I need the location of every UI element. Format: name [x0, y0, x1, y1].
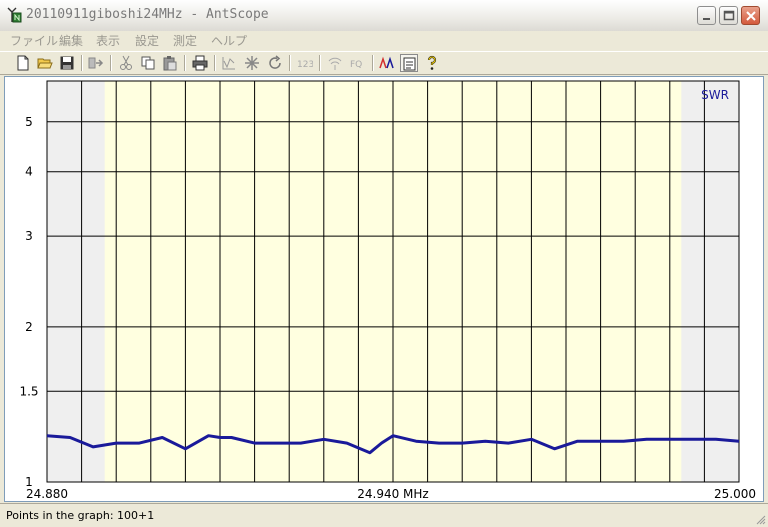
antscope-app-icon	[7, 7, 22, 23]
print-button[interactable]	[191, 54, 209, 72]
number-icon-label: 123	[297, 60, 313, 70]
cut-button[interactable]	[117, 54, 135, 72]
close-button[interactable]	[741, 6, 760, 25]
status-bar: Points in the graph: 100+1	[0, 503, 768, 527]
toolbar: 123 FQ	[0, 51, 768, 75]
window-title: 20110911giboshi24MHz - AntScope	[26, 7, 269, 22]
frequency-button[interactable]: FQ	[349, 54, 367, 72]
minimize-icon	[703, 18, 710, 20]
menu-settings[interactable]: 設定	[133, 33, 161, 49]
help-button[interactable]	[423, 54, 441, 72]
toolbar-separator	[184, 55, 186, 71]
refresh-button[interactable]	[266, 54, 284, 72]
x-tick-label: 24.880	[26, 487, 68, 501]
export-icon	[88, 57, 104, 69]
open-folder-icon	[37, 58, 53, 69]
menu-edit[interactable]: 編集	[57, 33, 85, 49]
new-file-icon	[17, 55, 29, 71]
cut-icon	[120, 55, 132, 70]
toolbar-separator	[110, 55, 112, 71]
minimize-button[interactable]	[697, 6, 716, 25]
toolbar-separator	[214, 55, 216, 71]
number-icon: 123	[297, 60, 313, 70]
notes-icon	[403, 57, 416, 71]
number-button[interactable]: 123	[296, 54, 314, 72]
y-tick-label: 5	[25, 115, 33, 129]
help-icon	[427, 55, 437, 70]
resize-grip-icon[interactable]	[754, 513, 766, 525]
legend-swr: SWR	[701, 88, 729, 102]
compare-icon	[379, 56, 394, 69]
close-icon	[746, 11, 756, 21]
paste-icon	[163, 56, 177, 71]
toolbar-separator	[372, 55, 374, 71]
marker-button[interactable]	[243, 54, 261, 72]
maximize-icon	[723, 10, 735, 21]
refresh-icon	[269, 55, 281, 69]
save-button[interactable]	[58, 54, 76, 72]
menu-file[interactable]: ファイル	[8, 33, 60, 49]
wireless-button[interactable]	[326, 54, 344, 72]
toolbar-separator	[289, 55, 291, 71]
frequency-icon-label: FQ	[350, 60, 362, 70]
y-tick-label: 4	[25, 165, 33, 179]
x-tick-label: 24.940 MHz	[357, 487, 428, 501]
swr-chart[interactable]: 11.5234524.880 24.940 MHz 25.000SWR	[5, 77, 763, 501]
wireless-icon	[328, 57, 342, 70]
y-tick-label: 1.5	[19, 384, 38, 398]
print-icon	[192, 55, 208, 71]
swr-graph-panel[interactable]: 1 1.5 2 3 4 5 24.880 24.940 MHz 25.000 SWR	[4, 76, 764, 502]
title-bar[interactable]: 20110911giboshi24MHz - AntScope	[0, 0, 768, 32]
toolbar-separator	[81, 55, 83, 71]
menu-bar: ファイル 編集 表示 設定 測定 ヘルプ	[0, 31, 768, 51]
y-tick-label: 3	[25, 229, 33, 243]
app-window: 20110911giboshi24MHz - AntScope ファイル 編集 …	[0, 0, 768, 527]
new-file-button[interactable]	[14, 54, 32, 72]
paste-button[interactable]	[161, 54, 179, 72]
copy-button[interactable]	[139, 54, 157, 72]
x-tick-label: 25.000	[714, 487, 756, 501]
compare-button[interactable]	[378, 54, 396, 72]
save-icon	[60, 56, 74, 70]
open-button[interactable]	[36, 54, 54, 72]
menu-view[interactable]: 表示	[94, 33, 122, 49]
scan-button[interactable]	[220, 54, 238, 72]
marker-icon	[245, 56, 259, 70]
copy-icon	[141, 56, 155, 70]
export-button[interactable]	[87, 54, 105, 72]
menu-measure[interactable]: 測定	[171, 33, 199, 49]
frequency-icon: FQ	[350, 60, 362, 70]
notes-button[interactable]	[400, 54, 418, 72]
scan-icon	[222, 57, 235, 70]
toolbar-separator	[319, 55, 321, 71]
status-points: Points in the graph: 100+1	[6, 509, 155, 522]
y-tick-label: 2	[25, 320, 33, 334]
menu-help[interactable]: ヘルプ	[209, 33, 249, 49]
maximize-button[interactable]	[719, 6, 738, 25]
